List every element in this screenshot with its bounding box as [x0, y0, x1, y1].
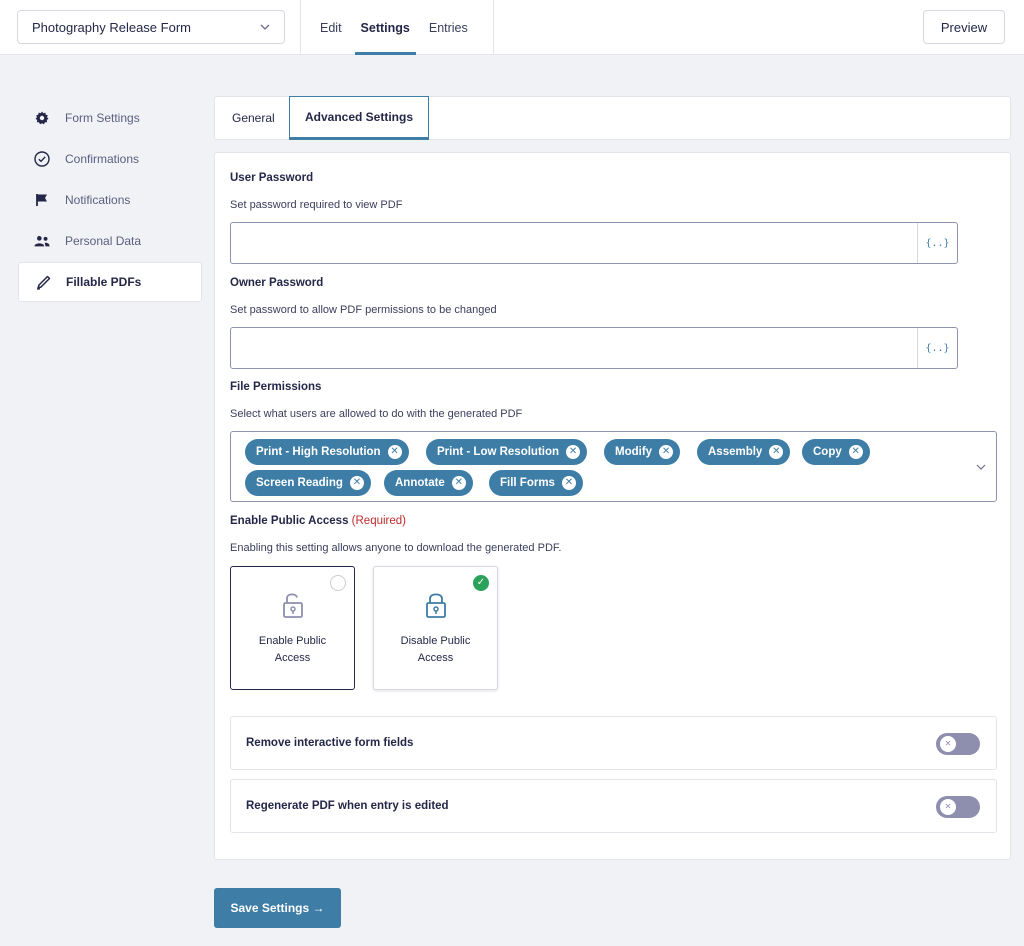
remove-chip-icon[interactable]: ✕: [350, 476, 364, 490]
required-marker: (Required): [352, 515, 406, 527]
sidebar-item-label: Personal Data: [65, 234, 141, 248]
flag-icon: [34, 192, 50, 208]
permission-chip: Modify ✕: [604, 439, 680, 465]
top-bar: Photography Release Form Edit Settings E…: [0, 0, 1024, 55]
advanced-settings-panel: User Password Set password required to v…: [214, 152, 1011, 860]
sidebar-item-fillable-pdfs[interactable]: Fillable PDFs: [18, 262, 202, 302]
save-settings-button[interactable]: Save Settings →: [214, 888, 341, 928]
sidebar-item-form-settings[interactable]: Form Settings: [18, 98, 202, 138]
close-icon: ✕: [940, 736, 956, 752]
tab-advanced-settings[interactable]: Advanced Settings: [289, 96, 429, 140]
chip-label: Print - High Resolution: [256, 446, 381, 458]
remove-chip-icon[interactable]: ✕: [566, 445, 580, 459]
permission-chip: Print - High Resolution ✕: [245, 439, 409, 465]
chevron-down-icon: [260, 22, 270, 32]
radio-unchecked-icon: [330, 575, 346, 591]
remove-chip-icon[interactable]: ✕: [388, 445, 402, 459]
users-icon: [34, 233, 50, 249]
tab-edit[interactable]: Edit: [320, 0, 342, 55]
owner-password-input[interactable]: {..}: [230, 327, 958, 369]
chip-label: Copy: [813, 446, 842, 458]
sidebar-item-personal-data[interactable]: Personal Data: [18, 221, 202, 261]
file-permissions-select[interactable]: Print - High Resolution ✕ Print - Low Res…: [230, 431, 997, 502]
sidebar-item-label: Fillable PDFs: [66, 275, 141, 289]
sidebar-item-label: Form Settings: [65, 111, 140, 125]
top-tabs: Edit Settings Entries: [320, 0, 487, 55]
divider: [493, 0, 494, 55]
sidebar-item-label: Notifications: [65, 193, 130, 207]
merge-tag-button[interactable]: {..}: [917, 328, 957, 368]
gear-icon: [34, 110, 50, 126]
user-password-label: User Password: [230, 172, 313, 184]
file-permissions-label: File Permissions: [230, 381, 321, 393]
tab-settings[interactable]: Settings: [361, 0, 410, 55]
settings-sidebar: Form Settings Confirmations Notification…: [18, 98, 202, 303]
chip-label: Screen Reading: [256, 477, 343, 489]
public-access-label-text: Enable Public Access: [230, 515, 348, 527]
option-label: Enable Public Access: [231, 633, 354, 667]
remove-chip-icon[interactable]: ✕: [769, 445, 783, 459]
chevron-down-icon[interactable]: [976, 462, 986, 472]
settings-subtabs: General Advanced Settings: [214, 96, 1011, 140]
chip-label: Print - Low Resolution: [437, 446, 559, 458]
remove-chip-icon[interactable]: ✕: [659, 445, 673, 459]
regenerate-pdf-toggle[interactable]: ✕: [936, 796, 980, 818]
toggle-label: Remove interactive form fields: [246, 737, 413, 749]
preview-button[interactable]: Preview: [923, 10, 1005, 44]
chip-label: Annotate: [395, 477, 445, 489]
option-label: Disable Public Access: [374, 633, 497, 667]
disable-public-access-option[interactable]: ✓ Disable Public Access: [373, 566, 498, 690]
user-password-description: Set password required to view PDF: [230, 199, 402, 211]
permission-chip: Assembly ✕: [697, 439, 790, 465]
sidebar-item-label: Confirmations: [65, 152, 139, 166]
permission-chip: Print - Low Resolution ✕: [426, 439, 587, 465]
chip-label: Assembly: [708, 446, 762, 458]
permission-chip: Annotate ✕: [384, 470, 473, 496]
permission-chip: Screen Reading ✕: [245, 470, 371, 496]
remove-interactive-fields-toggle[interactable]: ✕: [936, 733, 980, 755]
unlock-icon: [282, 591, 304, 619]
remove-chip-icon[interactable]: ✕: [452, 476, 466, 490]
chip-label: Fill Forms: [500, 477, 555, 489]
enable-public-access-option[interactable]: Enable Public Access: [230, 566, 355, 690]
public-access-label: Enable Public Access (Required): [230, 515, 406, 527]
permission-chip: Fill Forms ✕: [489, 470, 583, 496]
divider: [300, 0, 301, 55]
remove-interactive-fields-row: Remove interactive form fields ✕: [230, 716, 997, 770]
sidebar-item-confirmations[interactable]: Confirmations: [18, 139, 202, 179]
checkmark-icon: ✓: [473, 575, 489, 591]
toggle-label: Regenerate PDF when entry is edited: [246, 800, 449, 812]
close-icon: ✕: [940, 799, 956, 815]
check-circle-icon: [34, 151, 50, 167]
tab-entries[interactable]: Entries: [429, 0, 468, 55]
chip-label: Modify: [615, 446, 652, 458]
sidebar-item-notifications[interactable]: Notifications: [18, 180, 202, 220]
file-permissions-description: Select what users are allowed to do with…: [230, 408, 522, 420]
remove-chip-icon[interactable]: ✕: [849, 445, 863, 459]
owner-password-label: Owner Password: [230, 277, 323, 289]
tab-general[interactable]: General: [232, 97, 275, 139]
pen-icon: [35, 274, 51, 290]
owner-password-description: Set password to allow PDF permissions to…: [230, 304, 497, 316]
lock-icon: [425, 591, 447, 619]
permission-chip: Copy ✕: [802, 439, 870, 465]
user-password-input[interactable]: {..}: [230, 222, 958, 264]
form-selector[interactable]: Photography Release Form: [17, 10, 285, 44]
public-access-description: Enabling this setting allows anyone to d…: [230, 542, 561, 554]
regenerate-pdf-row: Regenerate PDF when entry is edited ✕: [230, 779, 997, 833]
form-selector-label: Photography Release Form: [32, 20, 191, 35]
merge-tag-button[interactable]: {..}: [917, 223, 957, 263]
remove-chip-icon[interactable]: ✕: [562, 476, 576, 490]
